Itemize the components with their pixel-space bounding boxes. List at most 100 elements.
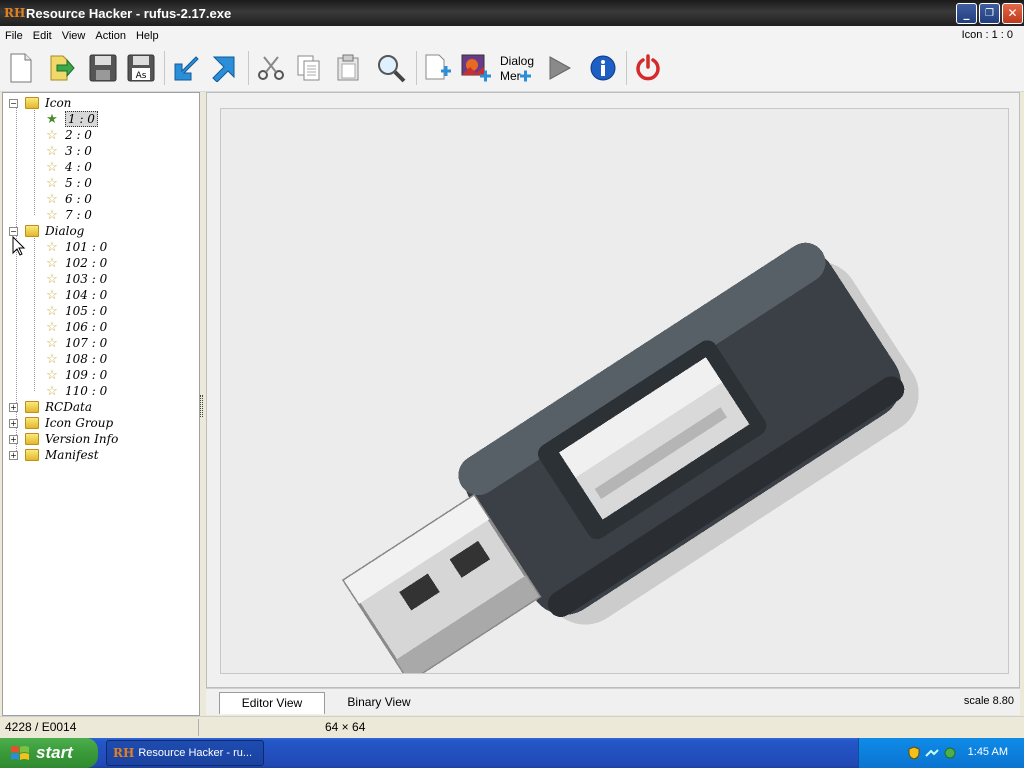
taskbar-item-resource-hacker[interactable]: RH Resource Hacker - ru... xyxy=(106,740,264,766)
tree-node-label: Version Info xyxy=(45,432,119,446)
save-icon xyxy=(89,54,117,82)
title-bar[interactable]: RH Resource Hacker - rufus-2.17.exe _ ❐ … xyxy=(0,0,1024,26)
paste-button[interactable] xyxy=(331,50,365,86)
new-button[interactable] xyxy=(4,50,38,86)
resource-tree[interactable]: − Icon ★ 1 : 0 ☆ 2 : 0 ☆ 3 : 0 ☆ 4 : 0 ☆ 5 : … xyxy=(2,92,200,716)
tree-item-dialog-107[interactable]: ☆ 107 : 0 xyxy=(45,335,107,351)
tree-item-label: 3 : 0 xyxy=(65,144,92,158)
restore-button[interactable]: ❐ xyxy=(979,3,1000,24)
tree-node-label: Icon Group xyxy=(45,416,114,430)
svg-text:As: As xyxy=(136,71,147,81)
export-icon xyxy=(212,56,235,82)
save-button[interactable] xyxy=(86,50,120,86)
tree-item-dialog-101[interactable]: ☆ 101 : 0 xyxy=(45,239,107,255)
add-image-button[interactable] xyxy=(459,50,493,86)
tree-item-dialog-103[interactable]: ☆ 103 : 0 xyxy=(45,271,107,287)
add-resource-button[interactable] xyxy=(420,50,454,86)
cut-button[interactable] xyxy=(254,50,288,86)
tree-node-icon-group[interactable]: + Icon Group xyxy=(9,415,113,431)
menu-view[interactable]: View xyxy=(57,30,91,42)
save-as-icon: As xyxy=(127,54,155,82)
tree-item-dialog-108[interactable]: ☆ 108 : 0 xyxy=(45,351,107,367)
star-icon: ☆ xyxy=(46,319,58,335)
tree-item-label: 105 : 0 xyxy=(65,304,108,318)
close-button[interactable]: ✕ xyxy=(1002,3,1023,24)
star-icon: ☆ xyxy=(46,383,58,399)
expand-toggle[interactable]: + xyxy=(9,435,18,444)
menu-edit[interactable]: Edit xyxy=(28,30,57,42)
star-icon: ☆ xyxy=(46,335,58,351)
windows-logo-icon xyxy=(10,744,30,762)
folder-open-icon xyxy=(25,97,39,109)
tab-editor-view[interactable]: Editor View xyxy=(219,692,325,714)
tree-item-icon-1[interactable]: ★ 1 : 0 xyxy=(45,111,98,127)
import-button[interactable] xyxy=(169,50,203,86)
star-icon: ☆ xyxy=(46,287,58,303)
star-icon: ☆ xyxy=(46,127,58,143)
tree-item-label: 104 : 0 xyxy=(65,288,108,302)
app-logo-icon: RH xyxy=(113,746,135,760)
expand-toggle[interactable]: + xyxy=(9,419,18,428)
find-button[interactable] xyxy=(374,50,408,86)
taskbar: start RH Resource Hacker - ru... 1:45 AM xyxy=(0,738,1024,768)
tree-node-icon[interactable]: − Icon xyxy=(9,95,71,111)
tree-connector xyxy=(34,107,35,215)
copy-button[interactable] xyxy=(292,50,326,86)
resource-indicator: Icon : 1 : 0 xyxy=(961,29,1013,41)
update-icon[interactable] xyxy=(943,746,957,760)
folder-icon xyxy=(25,449,39,461)
tree-item-label: 107 : 0 xyxy=(65,336,108,350)
menu-action[interactable]: Action xyxy=(90,30,131,42)
svg-text:Dialog: Dialog xyxy=(500,54,534,68)
star-icon: ☆ xyxy=(46,159,58,175)
info-icon xyxy=(590,55,616,81)
about-button[interactable] xyxy=(586,50,620,86)
add-image-icon xyxy=(461,54,491,82)
collapse-toggle[interactable]: − xyxy=(9,227,18,236)
star-icon: ☆ xyxy=(46,303,58,319)
splitter-handle[interactable] xyxy=(200,395,203,417)
scale-label: scale 8.80 xyxy=(963,695,1014,707)
tree-item-dialog-110[interactable]: ☆ 110 : 0 xyxy=(45,383,107,399)
collapse-toggle[interactable]: − xyxy=(9,99,18,108)
tree-item-icon-5[interactable]: ☆ 5 : 0 xyxy=(45,175,92,191)
tree-item-icon-4[interactable]: ☆ 4 : 0 xyxy=(45,159,92,175)
resource-hacker-window: RH Resource Hacker - rufus-2.17.exe _ ❐ … xyxy=(0,0,1024,768)
tree-node-version-info[interactable]: + Version Info xyxy=(9,431,118,447)
toolbar-separator xyxy=(416,51,417,85)
tree-item-dialog-109[interactable]: ☆ 109 : 0 xyxy=(45,367,107,383)
toolbar-separator xyxy=(248,51,249,85)
minimize-button[interactable]: _ xyxy=(956,3,977,24)
tree-item-dialog-106[interactable]: ☆ 106 : 0 xyxy=(45,319,107,335)
tree-node-manifest[interactable]: + Manifest xyxy=(9,447,99,463)
dialog-menu-button[interactable]: Dialog Mer xyxy=(498,50,534,86)
exit-button[interactable] xyxy=(631,50,665,86)
tree-item-icon-6[interactable]: ☆ 6 : 0 xyxy=(45,191,92,207)
status-divider xyxy=(198,719,199,736)
save-as-button[interactable]: As xyxy=(124,50,158,86)
start-button[interactable]: start xyxy=(0,738,98,768)
expand-toggle[interactable]: + xyxy=(9,451,18,460)
tree-item-dialog-105[interactable]: ☆ 105 : 0 xyxy=(45,303,107,319)
tree-node-rcdata[interactable]: + RCData xyxy=(9,399,92,415)
tree-item-label: 108 : 0 xyxy=(65,352,108,366)
tree-item-icon-3[interactable]: ☆ 3 : 0 xyxy=(45,143,92,159)
network-icon[interactable] xyxy=(925,746,939,760)
menu-file[interactable]: File xyxy=(0,30,28,42)
tree-item-label: 6 : 0 xyxy=(65,192,92,206)
expand-toggle[interactable]: + xyxy=(9,403,18,412)
tree-item-dialog-104[interactable]: ☆ 104 : 0 xyxy=(45,287,107,303)
tree-item-icon-2[interactable]: ☆ 2 : 0 xyxy=(45,127,92,143)
export-button[interactable] xyxy=(208,50,242,86)
start-label: start xyxy=(36,743,73,762)
security-shield-icon[interactable] xyxy=(907,746,921,760)
tab-binary-view[interactable]: Binary View xyxy=(334,692,424,714)
tree-item-icon-7[interactable]: ☆ 7 : 0 xyxy=(45,207,92,223)
tree-item-label: 2 : 0 xyxy=(65,128,92,142)
tree-item-dialog-102[interactable]: ☆ 102 : 0 xyxy=(45,255,107,271)
clock: 1:45 AM xyxy=(967,746,1008,758)
tree-item-label: 103 : 0 xyxy=(65,272,108,286)
open-button[interactable] xyxy=(44,50,78,86)
run-button[interactable] xyxy=(542,50,576,86)
menu-help[interactable]: Help xyxy=(131,30,164,42)
